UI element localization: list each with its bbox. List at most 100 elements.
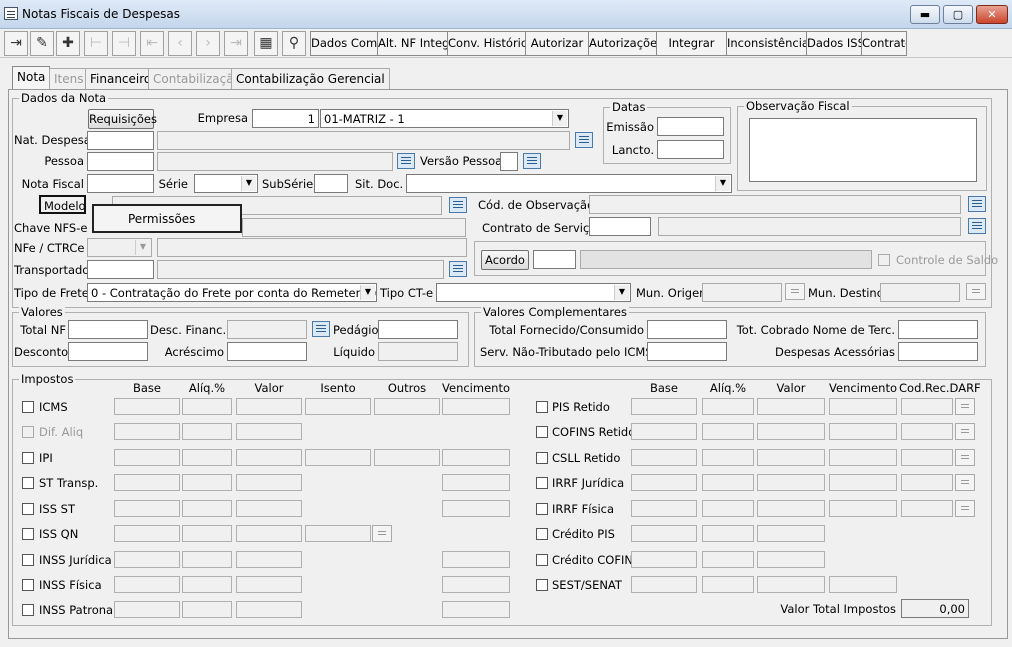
tax-checkbox[interactable] <box>22 604 34 616</box>
pedagio-field[interactable] <box>378 320 458 339</box>
tax-field[interactable] <box>631 551 697 568</box>
tax-field[interactable] <box>114 398 180 415</box>
tax-field[interactable] <box>702 576 754 593</box>
tax-field[interactable] <box>182 474 232 491</box>
tax-field[interactable] <box>757 500 825 517</box>
tax-field[interactable] <box>829 398 897 415</box>
tax-checkbox[interactable] <box>22 579 34 591</box>
tot-cobrado-field[interactable] <box>898 320 978 339</box>
tax-checkbox[interactable] <box>536 528 548 540</box>
nfe-ctrce-select[interactable]: ▼ <box>87 238 152 257</box>
exit-icon[interactable]: ⇥ <box>4 31 28 56</box>
tax-checkbox[interactable] <box>536 579 548 591</box>
tax-field[interactable] <box>305 398 371 415</box>
tax-field[interactable] <box>114 474 180 491</box>
tax-field[interactable] <box>757 398 825 415</box>
tax-field[interactable] <box>757 449 825 466</box>
tax-field[interactable] <box>631 500 697 517</box>
permissoes-popup[interactable]: Permissões <box>92 204 242 233</box>
dados-iss-button[interactable]: Dados ISS <box>806 31 862 56</box>
acordo-field[interactable] <box>533 250 576 269</box>
tax-checkbox[interactable] <box>536 426 548 438</box>
tax-field[interactable] <box>757 423 825 440</box>
prev-icon[interactable]: ‹ <box>168 31 192 56</box>
tax-field[interactable] <box>374 449 440 466</box>
tax-field[interactable] <box>182 601 232 618</box>
tax-field[interactable] <box>236 500 302 517</box>
tax-field[interactable] <box>702 398 754 415</box>
darf-lookup-icon[interactable] <box>955 449 975 466</box>
tax-field[interactable] <box>702 474 754 491</box>
tax-checkbox[interactable] <box>536 401 548 413</box>
tax-checkbox[interactable] <box>536 503 548 515</box>
desc-financ-lookup-icon[interactable] <box>312 321 330 337</box>
tax-field[interactable] <box>182 500 232 517</box>
tax-checkbox[interactable] <box>22 528 34 540</box>
tax-field[interactable] <box>182 398 232 415</box>
tax-field[interactable] <box>829 423 897 440</box>
total-fornecido-field[interactable] <box>647 320 727 339</box>
conv-historico-button[interactable]: Conv. Histórico <box>447 31 526 56</box>
tax-field[interactable] <box>631 423 697 440</box>
close-button[interactable]: ✕ <box>976 5 1008 24</box>
sit-doc-select[interactable]: ▼ <box>406 174 732 193</box>
tax-field[interactable] <box>236 525 302 542</box>
tab-contabilizacao-gerencial[interactable]: Contabilização Gerencial <box>231 68 390 89</box>
tax-field[interactable] <box>442 474 510 491</box>
tax-field[interactable] <box>442 398 510 415</box>
tax-field[interactable] <box>757 576 825 593</box>
mun-origem-lookup-icon[interactable] <box>785 283 805 300</box>
tax-field[interactable] <box>114 525 180 542</box>
transportador-lookup-icon[interactable] <box>449 261 467 277</box>
tax-field[interactable] <box>702 551 754 568</box>
tax-field[interactable] <box>442 500 510 517</box>
next-icon[interactable]: › <box>196 31 220 56</box>
tax-field[interactable] <box>236 449 302 466</box>
tree-icon[interactable]: ⊢ <box>84 31 108 56</box>
tax-field[interactable] <box>901 398 953 415</box>
tax-field[interactable] <box>236 398 302 415</box>
tax-field[interactable] <box>182 525 232 542</box>
tax-field[interactable] <box>114 601 180 618</box>
tax-field[interactable] <box>901 423 953 440</box>
pessoa-field[interactable] <box>87 152 154 171</box>
autorizacoes-button[interactable]: Autorizações <box>588 31 657 56</box>
darf-lookup-icon[interactable] <box>955 398 975 415</box>
tipo-frete-select[interactable]: 0 - Contratação do Frete por conta do Re… <box>87 283 377 302</box>
contrato-button[interactable]: Contrato <box>861 31 907 56</box>
tax-field[interactable] <box>114 423 180 440</box>
tax-checkbox[interactable] <box>22 426 34 438</box>
binoculars-icon[interactable]: ⚲ <box>282 31 306 56</box>
nota-fiscal-field[interactable] <box>87 174 154 193</box>
tax-field[interactable] <box>236 551 302 568</box>
maximize-button[interactable]: ▢ <box>943 5 973 24</box>
tax-field[interactable] <box>114 500 180 517</box>
tax-field[interactable] <box>702 525 754 542</box>
tax-field[interactable] <box>442 601 510 618</box>
tax-checkbox[interactable] <box>536 452 548 464</box>
tax-checkbox[interactable] <box>536 554 548 566</box>
tax-field[interactable] <box>631 525 697 542</box>
last-icon[interactable]: ⇥ <box>224 31 248 56</box>
modelo-lookup-icon[interactable] <box>449 197 467 213</box>
tax-field[interactable] <box>236 423 302 440</box>
tax-field[interactable] <box>631 576 697 593</box>
acordo-button[interactable]: Acordo <box>481 250 529 270</box>
darf-lookup-icon[interactable] <box>955 474 975 491</box>
tax-field[interactable] <box>757 474 825 491</box>
total-nf-field[interactable] <box>68 320 148 339</box>
tax-field[interactable] <box>374 398 440 415</box>
tax-field[interactable] <box>757 525 825 542</box>
cod-observacao-lookup-icon[interactable] <box>968 196 986 212</box>
inconsistencias-button[interactable]: Inconsistências <box>726 31 807 56</box>
tax-field[interactable] <box>182 449 232 466</box>
alt-nf-integr-button[interactable]: Alt. NF Integr. <box>377 31 448 56</box>
tax-field[interactable] <box>829 576 897 593</box>
pessoa-lookup-icon[interactable] <box>397 153 415 169</box>
serie-select[interactable]: ▼ <box>194 174 258 193</box>
transportador-field[interactable] <box>87 260 154 279</box>
nat-despesa-field[interactable] <box>87 131 154 150</box>
tax-field[interactable] <box>236 474 302 491</box>
add-icon[interactable]: ✚ <box>56 31 80 56</box>
empresa-code-field[interactable]: 1 <box>252 109 319 128</box>
